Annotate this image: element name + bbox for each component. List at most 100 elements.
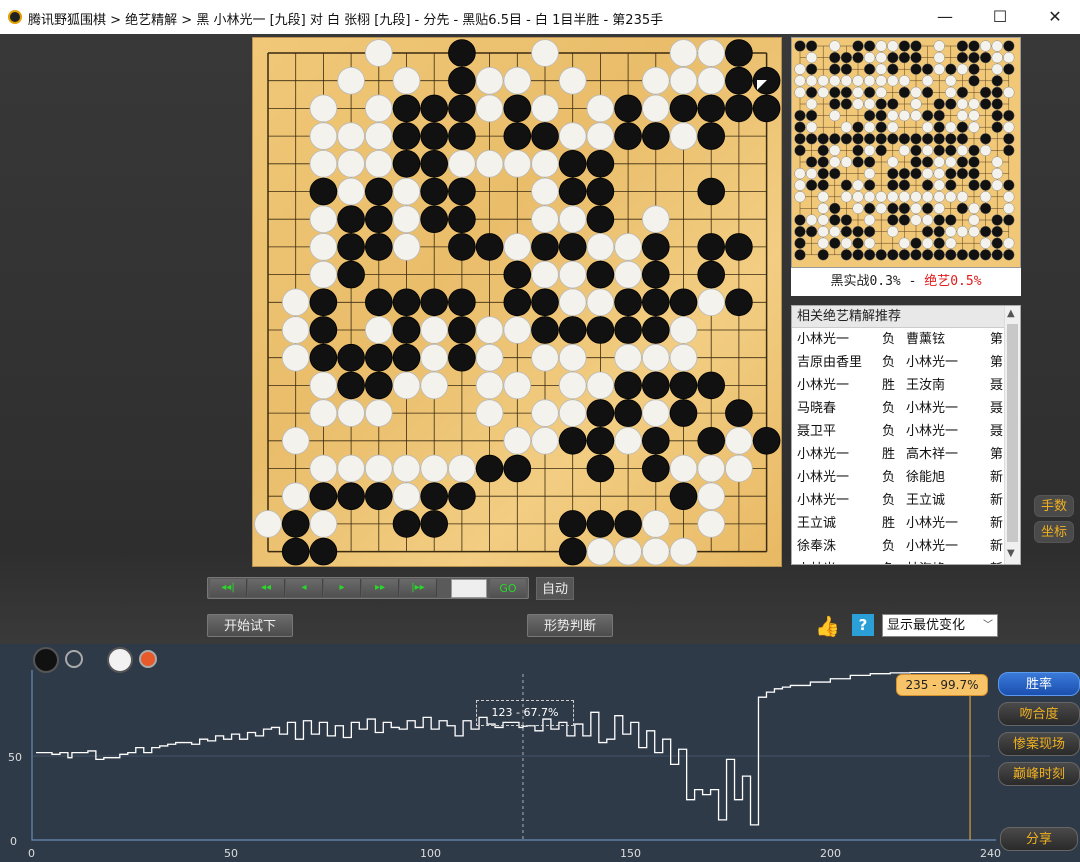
mini-white-stone — [933, 179, 945, 191]
forward-ten-button[interactable]: ▸▸ — [362, 579, 399, 597]
scrollbar-thumb[interactable] — [1007, 324, 1018, 542]
white-stone — [725, 426, 753, 455]
related-game-p2: 小林光一 — [906, 401, 959, 416]
mini-white-stone — [910, 109, 922, 122]
go-board-grid[interactable] — [253, 38, 783, 568]
mini-black-stone — [829, 214, 841, 226]
related-game-row[interactable]: 王立诚 胜小林光一 新 — [792, 512, 1020, 535]
scroll-down-icon[interactable]: ▼ — [1007, 548, 1015, 559]
go-board[interactable] — [252, 37, 782, 567]
black-stone — [614, 122, 642, 150]
mini-black-stone — [968, 63, 980, 75]
black-stone — [503, 260, 532, 289]
mini-black-stone — [956, 168, 969, 180]
black-stone — [752, 94, 781, 123]
x-tick-100: 100 — [420, 847, 441, 860]
mini-white-stone — [852, 98, 864, 110]
tab-peak-moments[interactable]: 巅峰时刻 — [998, 762, 1080, 786]
mini-white-stone — [840, 75, 853, 87]
black-stone — [475, 454, 504, 483]
related-game-row[interactable]: 吉原由香里 负小林光一 第 — [792, 351, 1020, 374]
white-stone — [309, 399, 338, 427]
thumbs-up-icon[interactable]: 👍 — [815, 614, 843, 638]
mini-white-stone — [933, 191, 945, 203]
black-stone — [641, 122, 670, 150]
related-game-res: 负 — [882, 558, 895, 564]
black-stone-icon[interactable] — [33, 647, 59, 673]
mini-white-stone — [887, 121, 899, 133]
white-option-radio[interactable] — [139, 650, 157, 668]
related-game-row[interactable]: 小林光一 负曹薰铉 第 — [792, 328, 1020, 351]
mini-white-stone — [933, 202, 945, 215]
related-game-p1: 小林光一 — [797, 470, 850, 485]
black-stone — [448, 288, 476, 317]
tab-match-rate[interactable]: 吻合度 — [998, 702, 1080, 726]
mini-white-stone — [863, 75, 876, 87]
related-game-res: 负 — [882, 493, 896, 508]
first-move-button[interactable]: ◂◂| — [210, 579, 247, 597]
minimize-button[interactable]: — — [930, 6, 960, 28]
help-icon[interactable]: ? — [852, 614, 874, 636]
coordinates-button[interactable]: 坐标 — [1034, 521, 1074, 543]
black-stone — [558, 537, 587, 566]
prev-move-button[interactable]: ◂ — [286, 579, 323, 597]
mini-black-stone — [806, 109, 818, 122]
last-move-button[interactable]: |▸▸ — [400, 579, 437, 597]
mini-white-stone — [794, 75, 806, 87]
auto-play-button[interactable]: 自动 — [536, 577, 574, 600]
black-stone — [448, 482, 476, 511]
black-stone — [365, 205, 393, 234]
winrate-separator: - — [900, 274, 925, 289]
move-number-input[interactable] — [451, 579, 487, 598]
mini-black-stone — [956, 52, 969, 64]
variation-select[interactable]: 显示最优变化 ﹀ — [882, 614, 998, 637]
white-stone-icon[interactable] — [107, 647, 133, 673]
mini-white-stone — [817, 86, 829, 99]
mini-white-stone — [922, 214, 934, 226]
related-game-row[interactable]: 小林光一 负 林海峰 新 — [792, 558, 1020, 564]
position-judge-button[interactable]: 形势判断 — [527, 614, 613, 637]
related-game-row[interactable]: 小林光一 负王立诚 新 — [792, 489, 1020, 512]
try-play-button[interactable]: 开始试下 — [207, 614, 293, 637]
related-game-row[interactable]: 小林光一 负徐能旭 新 — [792, 466, 1020, 489]
mini-white-stone — [875, 63, 887, 75]
related-game-row[interactable]: 聂卫平 负小林光一 聂 — [792, 420, 1020, 443]
mini-white-stone — [910, 191, 922, 203]
tab-winrate[interactable]: 胜率 — [998, 672, 1080, 696]
white-stone — [558, 260, 587, 289]
mini-white-stone — [1003, 52, 1015, 64]
back-ten-button[interactable]: ◂◂ — [248, 579, 285, 597]
black-stone — [392, 316, 421, 344]
move-numbers-button[interactable]: 手数 — [1034, 495, 1074, 517]
tab-blunders[interactable]: 惨案现场 — [998, 732, 1080, 756]
close-button[interactable]: ✕ — [1040, 6, 1070, 28]
mini-white-stone — [922, 75, 934, 87]
black-stone — [337, 371, 365, 400]
scroll-up-icon[interactable]: ▲ — [1007, 308, 1015, 319]
white-stone — [725, 454, 753, 483]
black-stone — [641, 371, 670, 400]
related-game-p2: 小林光一 — [906, 424, 959, 439]
white-stone — [503, 233, 532, 261]
related-game-row[interactable]: 徐奉洙 负小林光一 新 — [792, 535, 1020, 558]
mini-black-stone — [968, 52, 980, 64]
mini-black-stone — [863, 133, 876, 145]
maximize-button[interactable]: ☐ — [985, 6, 1015, 28]
mini-white-stone — [1003, 237, 1015, 249]
related-games-scrollbar[interactable]: ▲ ▼ — [1004, 306, 1020, 564]
black-stone — [365, 371, 393, 400]
white-stone — [669, 316, 698, 344]
go-button[interactable]: GO — [490, 579, 526, 598]
black-option-radio[interactable] — [65, 650, 83, 668]
black-stone — [309, 537, 338, 566]
mini-white-stone — [852, 202, 864, 215]
mini-black-stone — [829, 63, 841, 75]
next-move-button[interactable]: ▸ — [324, 579, 361, 597]
mini-white-stone — [887, 75, 899, 87]
related-game-row[interactable]: 小林光一 胜高木祥一 第 — [792, 443, 1020, 466]
mini-white-stone — [875, 40, 887, 52]
related-game-row[interactable]: 马晓春 负小林光一 聂 — [792, 397, 1020, 420]
black-stone — [392, 94, 421, 123]
share-button[interactable]: 分享 — [1000, 827, 1078, 851]
related-game-row[interactable]: 小林光一 胜王汝南 聂 — [792, 374, 1020, 397]
